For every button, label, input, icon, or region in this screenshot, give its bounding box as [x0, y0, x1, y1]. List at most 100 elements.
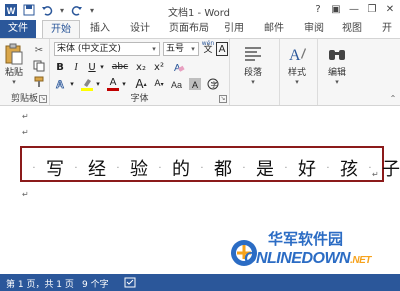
text-character: 经	[88, 159, 106, 180]
svg-text:A: A	[56, 79, 64, 90]
watermark-brand: ONLINEDOWN.NET	[244, 250, 371, 268]
space-mark: ·	[200, 162, 204, 174]
editing-button[interactable]: 编辑 ▾	[326, 43, 348, 86]
undo-icon[interactable]	[40, 3, 54, 17]
tab-review[interactable]: 审阅	[298, 20, 330, 38]
character-border-label: A	[218, 43, 226, 55]
tab-insert[interactable]: 插入	[84, 20, 116, 38]
cut-icon[interactable]: ✂	[32, 43, 46, 57]
paste-label: 粘贴	[4, 68, 23, 78]
tab-developer[interactable]: 开	[374, 20, 400, 38]
ribbon-tabs: 文件 开始 插入 设计 页面布局 引用 邮件 审阅 视图 开	[0, 20, 400, 39]
clear-formatting-icon[interactable]: A	[172, 60, 186, 74]
change-case-icon[interactable]: Aa	[170, 77, 184, 91]
phonetic-guide-button[interactable]: wén 文	[202, 40, 214, 55]
italic-button[interactable]: I	[70, 60, 82, 74]
highlight-icon[interactable]	[80, 77, 94, 91]
help-icon[interactable]: ?	[310, 1, 326, 17]
phonetic-guide-char: 文	[203, 45, 213, 55]
text-effects-icon[interactable]: A	[54, 77, 68, 91]
font-color-button[interactable]: A	[106, 77, 120, 91]
superscript-button[interactable]: x²	[152, 60, 166, 74]
font-size-combo[interactable]: 五号 ▾	[163, 42, 199, 56]
styles-label: 样式	[287, 68, 306, 78]
styles-icon: A	[286, 43, 308, 65]
customize-toolbar-icon[interactable]: ▾	[88, 3, 96, 17]
proofing-icon[interactable]	[124, 277, 136, 291]
shrink-font-arrow: ▾	[160, 80, 164, 88]
watermark-title: 华军软件园	[268, 230, 344, 248]
styles-button[interactable]: A 样式 ▾	[286, 43, 308, 86]
space-mark: ·	[32, 162, 36, 174]
character-shading-icon[interactable]: A	[188, 77, 202, 91]
text-character: 是	[256, 159, 274, 180]
styles-dropdown-icon[interactable]: ▾	[295, 78, 299, 86]
font-launcher-icon[interactable]: ↘	[219, 95, 227, 103]
tab-design[interactable]: 设计	[124, 20, 156, 38]
subscript-button[interactable]: x₂	[134, 60, 148, 74]
font-size-dropdown-icon[interactable]: ▾	[188, 43, 198, 55]
title-bar: W ▾ ▾ 文档1 - Word ? ▣ — ❐ ✕	[0, 0, 400, 20]
editing-dropdown-icon[interactable]: ▾	[335, 78, 339, 86]
font-color-dropdown-icon[interactable]: ▾	[120, 77, 128, 91]
paragraph-dropdown-icon[interactable]: ▾	[251, 78, 255, 86]
highlight-dropdown-icon[interactable]: ▾	[94, 77, 102, 91]
font-name-value: 宋体 (中文正文)	[57, 44, 121, 54]
space-mark: ·	[326, 162, 330, 174]
paragraph-button[interactable]: 段落 ▾	[242, 43, 264, 86]
editing-group: 编辑 ▾	[318, 39, 358, 105]
document-title: 文档1 - Word	[168, 8, 231, 19]
undo-dropdown-icon[interactable]: ▾	[58, 3, 66, 17]
ribbon: 粘贴 ▾ ✂ 剪贴板 ↘ 宋体 (中文正文) ▾ 五号 ▾ wén 文 A B …	[0, 38, 400, 106]
underline-dropdown-icon[interactable]: ▾	[98, 60, 106, 74]
watermark-brand-text: ONLINEDOWN	[244, 250, 351, 267]
character-border-button[interactable]: A	[216, 42, 228, 56]
tab-page-layout[interactable]: 页面布局	[164, 20, 214, 38]
ribbon-display-icon[interactable]: ▣	[328, 1, 344, 17]
minimize-icon[interactable]: —	[346, 1, 362, 17]
text-character: 孩	[340, 159, 358, 180]
status-bar: 第 1 页，共 1 页 9 个字	[0, 274, 400, 291]
bordered-text-box[interactable]: · 写 · 经 · 验 · 的 · 都 · 是 · 好 · 孩 · 子	[20, 146, 400, 182]
watermark-suffix: .NET	[350, 255, 371, 266]
save-icon[interactable]	[22, 3, 36, 17]
clipboard-launcher-icon[interactable]: ↘	[39, 95, 47, 103]
text-effects-dropdown-icon[interactable]: ▾	[68, 77, 76, 91]
font-name-dropdown-icon[interactable]: ▾	[149, 43, 159, 55]
grow-font-arrow: ▴	[143, 80, 147, 88]
strikethrough-button[interactable]: abc	[110, 60, 130, 74]
tab-home[interactable]: 开始	[42, 20, 80, 39]
enclose-characters-icon[interactable]: 字	[206, 77, 220, 91]
font-color-label: A	[109, 76, 117, 88]
underline-button[interactable]: U	[86, 60, 98, 74]
format-painter-icon[interactable]	[32, 75, 46, 89]
paragraph-group: 段落 ▾	[230, 39, 280, 105]
grow-font-label: A	[135, 77, 144, 91]
font-name-combo[interactable]: 宋体 (中文正文) ▾	[54, 42, 160, 56]
page-count[interactable]: 第 1 页，共 1 页	[6, 277, 74, 290]
word-count[interactable]: 9 个字	[82, 277, 109, 290]
paste-dropdown-icon[interactable]: ▾	[12, 78, 16, 86]
tab-file[interactable]: 文件	[0, 20, 36, 38]
space-mark: ·	[158, 162, 162, 174]
text-character: 写	[46, 159, 64, 180]
tab-view[interactable]: 视图	[336, 20, 368, 38]
close-icon[interactable]: ✕	[382, 1, 398, 17]
binoculars-icon	[326, 43, 348, 65]
text-character: 都	[214, 159, 232, 180]
redo-icon[interactable]	[70, 3, 84, 17]
text-line: · 写 · 经 · 验 · 的 · 都 · 是 · 好 · 孩 · 子	[30, 155, 400, 181]
tab-references[interactable]: 引用	[218, 20, 250, 38]
svg-text:A: A	[192, 80, 198, 90]
tab-mailings[interactable]: 邮件	[258, 20, 290, 38]
grow-font-button[interactable]: A ▴	[134, 77, 148, 91]
restore-icon[interactable]: ❐	[364, 1, 380, 17]
shrink-font-button[interactable]: A ▾	[152, 77, 166, 91]
collapse-ribbon-icon[interactable]: ⌃	[388, 91, 398, 105]
copy-icon[interactable]	[32, 59, 46, 73]
word-logo-icon[interactable]: W	[4, 3, 18, 17]
svg-text:A: A	[289, 47, 301, 64]
space-mark: ·	[116, 162, 120, 174]
bold-button[interactable]: B	[54, 60, 66, 74]
paste-button[interactable]: 粘贴 ▾	[3, 43, 25, 86]
